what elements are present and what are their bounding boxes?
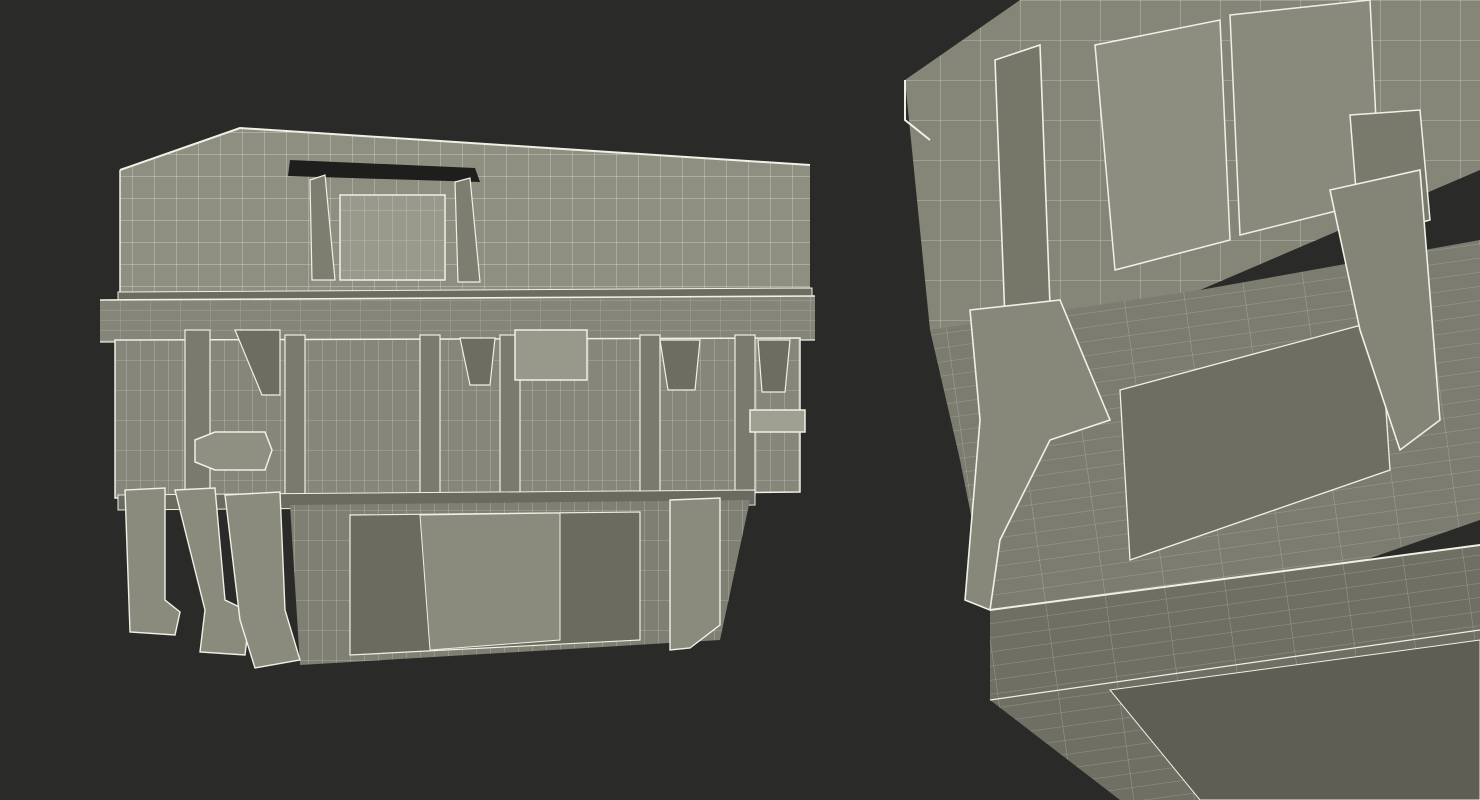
lid <box>117 126 813 305</box>
closeup-render <box>904 0 1480 800</box>
base <box>117 487 756 669</box>
overview-view <box>0 0 900 800</box>
overview-render <box>99 126 816 669</box>
closeup-view <box>900 0 1480 800</box>
body <box>114 329 806 499</box>
render-viewport <box>0 0 1480 800</box>
